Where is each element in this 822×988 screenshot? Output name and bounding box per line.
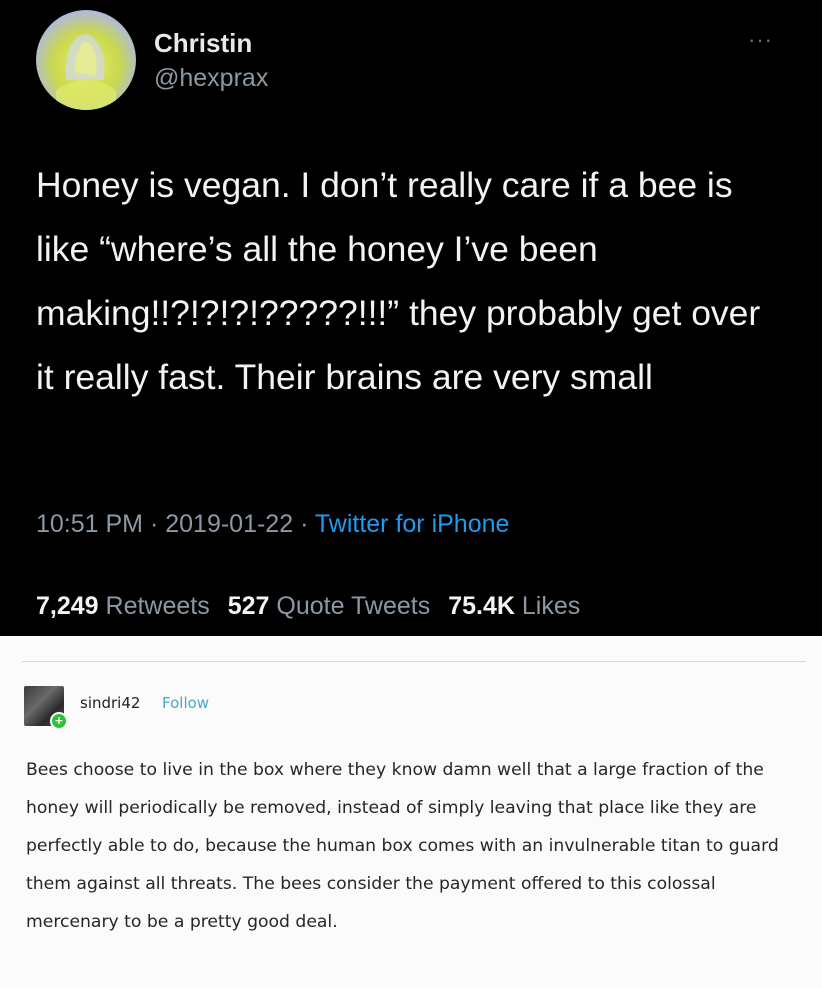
meta-separator: · <box>143 510 166 538</box>
tweet-card: Christin @hexprax ··· Honey is vegan. I … <box>0 0 822 636</box>
retweets-stat[interactable]: 7,249 Retweets <box>36 592 210 620</box>
screenshot: Christin @hexprax ··· Honey is vegan. I … <box>0 0 822 988</box>
retweets-count: 7,249 <box>36 592 99 620</box>
tweet-source[interactable]: Twitter for iPhone <box>315 510 510 538</box>
follow-button[interactable]: Follow <box>162 694 209 712</box>
tweet-time[interactable]: 10:51 PM <box>36 510 143 538</box>
tweet-meta: 10:51 PM · 2019-01-22 · Twitter for iPho… <box>36 510 509 539</box>
online-badge-icon: + <box>50 712 68 730</box>
quotes-stat[interactable]: 527 Quote Tweets <box>228 592 430 620</box>
meta-separator: · <box>293 510 315 538</box>
quotes-count: 527 <box>227 592 270 620</box>
retweets-label: Retweets <box>105 592 210 620</box>
display-name[interactable]: Christin <box>154 28 252 59</box>
user-handle[interactable]: @hexprax <box>154 64 268 93</box>
quotes-label: Quote Tweets <box>276 592 431 620</box>
reply-post: + sindri42 Follow Bees choose to live in… <box>0 636 822 988</box>
tweet-date[interactable]: 2019-01-22 <box>165 510 293 538</box>
likes-label: Likes <box>521 592 581 620</box>
more-horizontal-icon[interactable]: ··· <box>748 29 778 51</box>
reply-username[interactable]: sindri42 <box>80 694 140 712</box>
avatar[interactable] <box>36 10 136 110</box>
tweet-text: Honey is vegan. I don’t really care if a… <box>36 165 761 397</box>
likes-count: 75.4K <box>448 592 515 620</box>
reply-text: Bees choose to live in the box where the… <box>26 760 779 932</box>
tweet-stats: 7,249 Retweets 527 Quote Tweets 75.4K Like… <box>36 592 580 621</box>
likes-stat[interactable]: 75.4K Likes <box>448 592 580 620</box>
divider <box>22 661 806 662</box>
avatar-image <box>56 34 116 110</box>
